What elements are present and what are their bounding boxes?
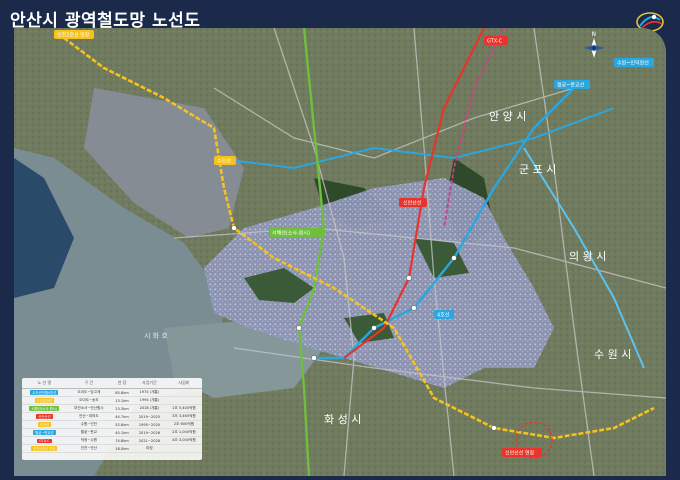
legend-cell-name: GTX-C	[22, 436, 67, 445]
legend-row: 수인분당선 오이도~송도 13.1km 1994 (개통)	[22, 396, 202, 405]
legend-row: 수도권전철4호선 오이도~당고개 85.8km 1974 (개통)	[22, 388, 202, 397]
legend-cell-length: 44.7km	[111, 412, 133, 421]
legend-cell-cost	[165, 396, 202, 405]
legend-cell-period: 1995~2020	[133, 420, 166, 429]
legend-cell-period: 미정	[133, 444, 166, 453]
legend-row: 월곶~판교선 월곶~판교 40.1km 2019~2026 2조 1,000억원	[22, 428, 202, 437]
legend-line-swatch: 수도권전철4호선	[30, 390, 59, 395]
legend-cell-name: 월곶~판교선	[22, 428, 67, 437]
svg-text:인천2호선 연장: 인천2호선 연장	[57, 32, 90, 39]
legend-cell-cost	[165, 388, 202, 397]
legend-line-swatch: 신안산선	[36, 414, 53, 419]
legend-cell-length: 85.8km	[111, 388, 133, 397]
legend-cell-section: 월곶~판교	[66, 428, 112, 437]
legend-row: 신안산선 안산~여의도 44.7km 2019~2025 3조 3,465억원	[22, 412, 202, 421]
svg-text:수원~인덕원선: 수원~인덕원선	[617, 60, 649, 67]
legend-cell-name: 수인선	[22, 420, 67, 429]
legend-cell-period: 1974 (개통)	[133, 388, 166, 397]
line-tag-sinansan-ext: 신안산선 연장	[502, 448, 542, 457]
legend-table: 노 선 명 구 간 연 장 사업기간 사업비 수도권전철4호선 오이도~당고개 85…	[22, 378, 202, 460]
legend-line-swatch: 인천2호선 연장	[31, 446, 58, 451]
legend-line-swatch: 수인분당선	[34, 398, 55, 403]
legend-cell-name: 인천2호선 연장	[22, 444, 67, 453]
legend-header: 사업기간	[133, 378, 166, 389]
legend-cell-cost: 2조 600억원	[165, 420, 202, 429]
line-tag-sinansan: 신안산선	[399, 198, 427, 207]
legend-cell-length: 13.1km	[111, 396, 133, 405]
svg-text:N: N	[592, 31, 597, 38]
legend-line-swatch: 수인선	[37, 422, 52, 427]
svg-text:수인선: 수인선	[217, 158, 231, 165]
line-tag-wolgot: 월곶~판교선	[554, 80, 590, 89]
legend-row: 수인선 수원~인천 52.8km 1995~2020 2조 600억원	[22, 420, 202, 429]
region-label-sihwaho: 시 화 호	[144, 332, 168, 340]
legend-line-swatch: 월곶~판교선	[33, 430, 56, 435]
legend-line-swatch: 서해선(소사-원시)	[29, 406, 60, 411]
svg-text:월곶~판교선: 월곶~판교선	[557, 82, 585, 89]
legend-cell-period: 2018 (개통)	[133, 404, 166, 413]
region-label-suwon: 수 원 시	[594, 348, 631, 361]
legend-cell-name: 서해선(소사-원시)	[22, 404, 67, 413]
legend-row: 인천2호선 연장 인천~안산 18.0km 미정	[22, 444, 202, 453]
region-label-hwaseong: 화 성 시	[324, 413, 361, 426]
map-canvas[interactable]: 안 양 시 군 포 시 의 왕 시 수 원 시 화 성 시 시 화 호 신안산선…	[14, 28, 666, 476]
legend-cell-length: 18.0km	[111, 444, 133, 453]
svg-text:GTX-C: GTX-C	[487, 39, 503, 45]
svg-text:신안산선: 신안산선	[403, 200, 422, 207]
svg-text:서해선(소사-원시): 서해선(소사-원시)	[272, 230, 310, 237]
line-tag-gtx-c: GTX-C	[484, 36, 508, 45]
line-tag-suin: 수인선	[214, 156, 236, 165]
legend-header: 연 장	[111, 378, 133, 389]
legend-cell-period: 2021~2028	[133, 436, 166, 445]
region-label-uiwang: 의 왕 시	[569, 250, 606, 263]
line-tag-seohae: 서해선(소사-원시)	[269, 228, 325, 237]
legend-cell-cost	[165, 444, 202, 453]
legend-header: 사업비	[165, 378, 202, 389]
legend-cell-section: 오이도~당고개	[66, 388, 112, 397]
legend-cell-name: 수인분당선	[22, 396, 67, 405]
legend-cell-section: 수원~인천	[66, 420, 112, 429]
svg-text:4호선: 4호선	[437, 312, 450, 319]
legend-cell-period: 2019~2026	[133, 428, 166, 437]
legend-cell-cost: 3조 3,465억원	[165, 412, 202, 421]
legend-line-swatch: GTX-C	[37, 438, 52, 443]
legend-cell-section: 안산~여의도	[66, 412, 112, 421]
legend-cell-cost: 1조 5,400억원	[165, 404, 202, 413]
legend-cell-period: 2019~2025	[133, 412, 166, 421]
legend-cell-period: 1994 (개통)	[133, 396, 166, 405]
line-tag-line4: 4호선	[434, 310, 454, 319]
line-tag-suwon-ext: 수원~인덕원선	[614, 58, 654, 67]
legend-row: GTX-C 덕정~수원 74.8km 2021~2028 4조 3,000억원	[22, 436, 202, 445]
legend-cell-section: 덕정~수원	[66, 436, 112, 445]
legend-header: 노 선 명	[22, 378, 67, 389]
legend-row: 서해선(소사-원시) 부천소사~안산원시 23.3km 2018 (개통) 1조 5,4…	[22, 404, 202, 413]
legend-cell-length: 52.8km	[111, 420, 133, 429]
legend-cell-length: 74.8km	[111, 436, 133, 445]
legend-cell-length: 23.3km	[111, 404, 133, 413]
legend-cell-length: 40.1km	[111, 428, 133, 437]
svg-text:신안산선 연장: 신안산선 연장	[505, 450, 535, 457]
legend-cell-name: 신안산선	[22, 412, 67, 421]
line-tag-incheon2: 인천2호선 연장	[54, 30, 94, 39]
region-label-gunpo: 군 포 시	[519, 163, 556, 176]
map-frame: 안산시 광역철도망 노선도 안산시	[0, 0, 680, 480]
legend-header: 구 간	[66, 378, 112, 389]
region-label-anyang: 안 양 시	[489, 110, 526, 123]
legend-cell-section: 부천소사~안산원시	[66, 404, 112, 413]
legend-cell-name: 수도권전철4호선	[22, 388, 67, 397]
legend-cell-cost: 4조 3,000억원	[165, 436, 202, 445]
legend-cell-section: 인천~안산	[66, 444, 112, 453]
legend-cell-section: 오이도~송도	[66, 396, 112, 405]
legend-cell-cost: 2조 1,000억원	[165, 428, 202, 437]
